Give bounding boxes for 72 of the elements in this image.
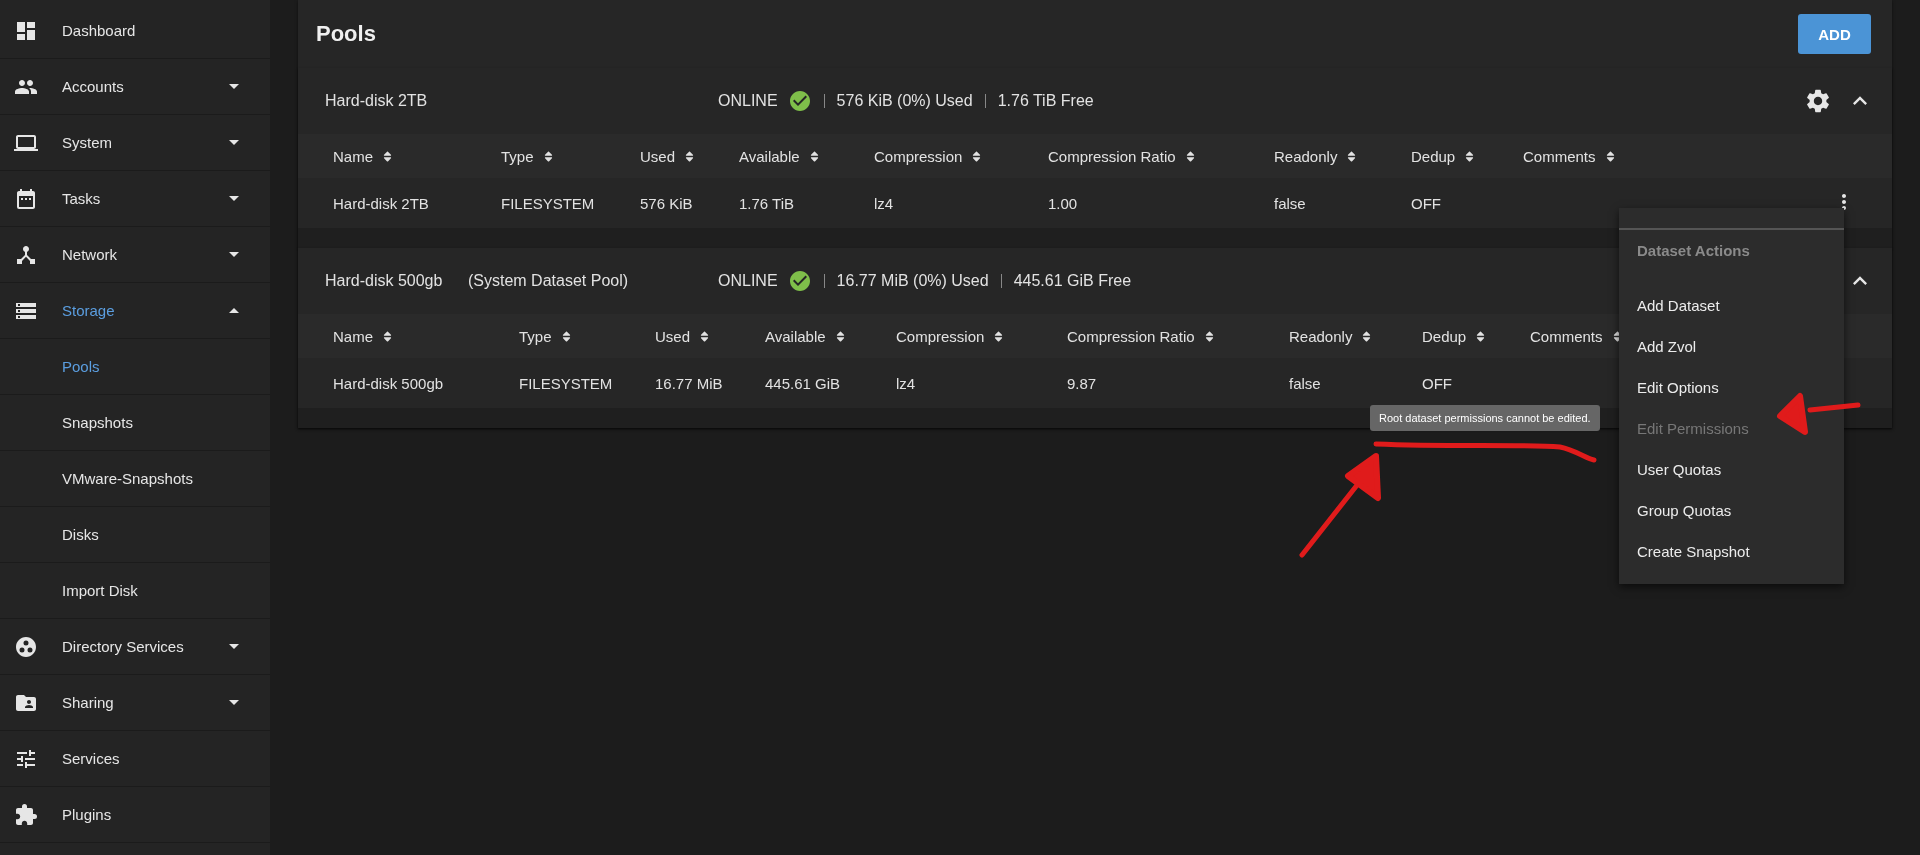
menu-item[interactable]: Create Snapshot xyxy=(1619,531,1844,572)
table-cell: Hard-disk 500gb xyxy=(333,374,444,392)
settings-icon[interactable] xyxy=(1804,87,1832,115)
pool-name: Hard-disk 2TB xyxy=(325,92,429,110)
column-header[interactable]: Compression xyxy=(874,147,963,165)
sidebar-item[interactable]: Services xyxy=(0,731,270,787)
menu-item[interactable]: Group Quotas xyxy=(1619,490,1844,531)
column-header[interactable]: Compression Ratio xyxy=(1067,327,1195,345)
menu-item[interactable]: Add Zvol xyxy=(1619,326,1844,367)
column-header[interactable]: Name xyxy=(333,147,373,165)
sidebar-item[interactable]: Accounts xyxy=(0,59,270,115)
pool-status: ONLINE xyxy=(718,272,778,290)
tooltip: Root dataset permissions cannot be edited. xyxy=(1370,405,1600,431)
column-header[interactable]: Type xyxy=(501,147,534,165)
sidebar-item[interactable]: Storage xyxy=(0,283,270,339)
menu-item[interactable]: User Quotas xyxy=(1619,449,1844,490)
table-cell: OFF xyxy=(1411,194,1441,212)
column-header[interactable]: Type xyxy=(519,327,552,345)
column-header[interactable]: Compression Ratio xyxy=(1048,147,1176,165)
menu-title: Dataset Actions xyxy=(1619,228,1844,285)
column-header[interactable]: Dedup xyxy=(1422,327,1467,345)
table-cell: lz4 xyxy=(896,374,916,392)
table-cell: 9.87 xyxy=(1067,374,1097,392)
sidebar-item[interactable]: Plugins xyxy=(0,787,270,843)
sidebar-subitem[interactable]: Pools xyxy=(0,339,270,395)
column-header[interactable]: Compression xyxy=(896,327,985,345)
column-header[interactable]: Comments xyxy=(1523,147,1596,165)
sidebar-subitem[interactable]: VMware-Snapshots xyxy=(0,451,270,507)
pool-free: 445.61 GiB Free xyxy=(1013,272,1132,290)
table-cell: OFF xyxy=(1422,374,1452,392)
column-header[interactable]: Available xyxy=(765,327,826,345)
column-header[interactable]: Name xyxy=(333,327,373,345)
pool-name: Hard-disk 500gb xyxy=(325,272,444,290)
table-cell: 576 KiB xyxy=(640,194,693,212)
column-header[interactable]: Comments xyxy=(1530,327,1603,345)
column-header[interactable]: Used xyxy=(655,327,691,345)
sidebar-subitem[interactable]: Disks xyxy=(0,507,270,563)
column-header[interactable]: Readonly xyxy=(1289,327,1353,345)
column-header[interactable]: Used xyxy=(640,147,676,165)
column-header[interactable]: Available xyxy=(739,147,800,165)
sidebar-subitem[interactable]: Import Disk xyxy=(0,563,270,619)
pool-used: 576 KiB (0%) Used xyxy=(836,92,973,110)
pool-free: 1.76 TiB Free xyxy=(997,92,1094,110)
sidebar-item[interactable]: Dashboard xyxy=(0,3,270,59)
table-cell: 445.61 GiB xyxy=(765,374,841,392)
menu-item[interactable]: Edit Options xyxy=(1619,367,1844,408)
table-cell: false xyxy=(1274,194,1306,212)
table-cell: 1.00 xyxy=(1048,194,1078,212)
table-cell: 16.77 MiB xyxy=(655,374,723,392)
calendar-icon xyxy=(14,186,38,211)
pool-subtitle: (System Dataset Pool) xyxy=(468,272,630,290)
sort-icon[interactable] xyxy=(381,329,394,343)
column-header[interactable]: Dedup xyxy=(1411,147,1456,165)
sidebar-item[interactable]: Sharing xyxy=(0,675,270,731)
sidebar-item[interactable]: Tasks xyxy=(0,171,270,227)
pool-used: 16.77 MiB (0%) Used xyxy=(836,272,989,290)
table-cell: Hard-disk 2TB xyxy=(333,194,429,212)
page-title: Pools xyxy=(316,21,376,47)
table-cell: false xyxy=(1289,374,1321,392)
pool-status: ONLINE xyxy=(718,92,778,110)
menu-item[interactable]: Add Dataset xyxy=(1619,285,1844,326)
column-header[interactable]: Readonly xyxy=(1274,147,1338,165)
sort-icon[interactable] xyxy=(381,149,394,163)
table-cell: FILESYSTEM xyxy=(501,194,595,212)
table-cell: lz4 xyxy=(874,194,894,212)
sidebar-item[interactable]: System xyxy=(0,115,270,171)
table-cell: FILESYSTEM xyxy=(519,374,613,392)
puzzle-icon xyxy=(14,802,38,827)
sidebar-subitem[interactable]: Snapshots xyxy=(0,395,270,451)
table-cell: 1.76 TiB xyxy=(739,194,795,212)
sidebar-item[interactable]: Network xyxy=(0,227,270,283)
sidebar-item[interactable]: Directory Services xyxy=(0,619,270,675)
